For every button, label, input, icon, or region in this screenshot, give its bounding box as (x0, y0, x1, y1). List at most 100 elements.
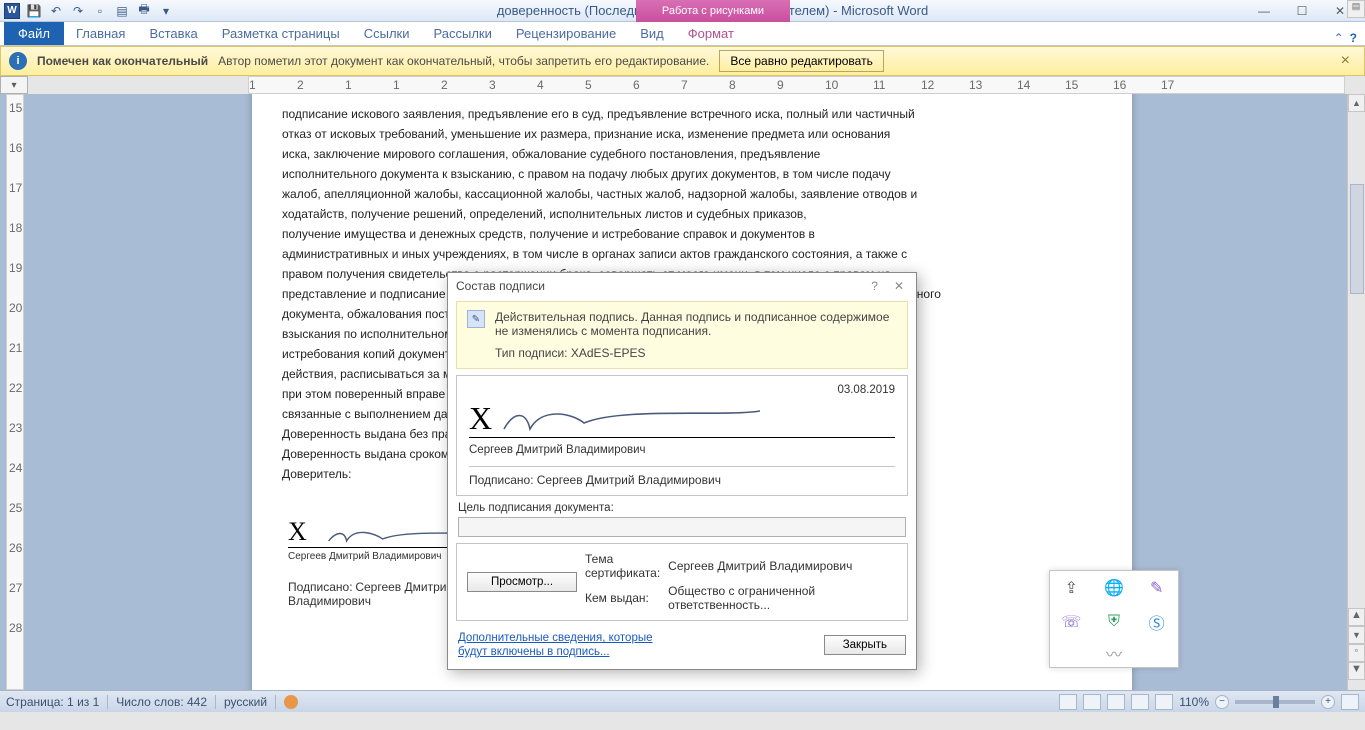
help-icon[interactable]: ? (1350, 31, 1357, 45)
undo-icon[interactable]: ↶ (48, 3, 64, 19)
dialog-signature-scribble (502, 403, 762, 437)
ribbon-collapse-icon[interactable]: ⌃ (1334, 31, 1344, 45)
file-tab[interactable]: Файл (4, 22, 64, 45)
cert-topic-value: Сергеев Дмитрий Владимирович (668, 559, 897, 573)
info-close-button[interactable]: × (1335, 52, 1356, 70)
ruler-row: ▾ 1211234567891011121314151617 ▤ (0, 76, 1365, 94)
signature-x-mark: X (288, 517, 307, 547)
view-print-layout[interactable] (1059, 694, 1077, 710)
qat-dropdown-icon[interactable]: ▾ (158, 3, 174, 19)
scroll-up-button[interactable]: ▲ (1348, 94, 1365, 112)
edit-anyway-button[interactable]: Все равно редактировать (719, 50, 883, 72)
horizontal-ruler[interactable]: 1211234567891011121314151617 (248, 76, 1345, 94)
status-bar: Страница: 1 из 1 Число слов: 442 русский… (0, 690, 1365, 712)
doc-line: исполнительного документа к взысканию, с… (282, 164, 1102, 184)
status-right: 110% − + (1059, 694, 1359, 710)
doc-line: подписание искового заявления, предъявле… (282, 104, 1102, 124)
scroll-thumb[interactable] (1350, 184, 1364, 294)
usb-icon[interactable]: ⇪ (1061, 578, 1081, 598)
save-icon[interactable]: 💾 (26, 3, 42, 19)
dialog-bottom-row: Дополнительные сведения, которые будут в… (448, 625, 916, 669)
info-icon: i (9, 52, 27, 70)
zoom-slider-thumb[interactable] (1273, 696, 1279, 708)
tab-view[interactable]: Вид (628, 22, 676, 45)
tab-insert[interactable]: Вставка (137, 22, 209, 45)
info-title: Помечен как окончательный (37, 54, 208, 68)
quick-access-toolbar: 💾 ↶ ↷ ▫ ▤ 🖶 ▾ (26, 3, 174, 19)
cert-topic-label: Тема сертификата: (585, 552, 660, 580)
status-language[interactable]: русский (224, 695, 267, 709)
zoom-level[interactable]: 110% (1179, 695, 1209, 709)
dialog-help-button[interactable]: ? (867, 279, 882, 293)
zoom-slider[interactable] (1235, 700, 1315, 704)
status-separator (275, 695, 276, 709)
cert-issued-label: Кем выдан: (585, 591, 660, 605)
dialog-title: Состав подписи (456, 279, 545, 293)
ruler-corner[interactable]: ▾ (0, 76, 28, 94)
pen-icon[interactable]: ✎ (1147, 578, 1167, 598)
dialog-signer-name: Сергеев Дмитрий Владимирович (469, 444, 895, 456)
dialog-title-bar[interactable]: Состав подписи ? ✕ (448, 273, 916, 299)
dialog-close-x[interactable]: ✕ (890, 279, 908, 293)
vertical-scrollbar[interactable]: ▲ ▼ ◦ ▼ ▲ (1347, 94, 1365, 690)
open-icon[interactable]: ▤ (114, 3, 130, 19)
info-text: Автор пометил этот документ как окончате… (218, 54, 709, 68)
prev-page-button[interactable]: ▲ (1348, 608, 1365, 626)
dialog-signed-by: Подписано: Сергеев Дмитрий Владимирович (469, 466, 895, 487)
status-author-icon[interactable] (284, 695, 298, 709)
dialog-info-panel: ✎ Действительная подпись. Данная подпись… (456, 301, 908, 369)
minimize-button[interactable]: — (1251, 4, 1277, 18)
ruler-toggle-button[interactable]: ▤ (1347, 0, 1365, 18)
tab-format[interactable]: Формат (676, 22, 746, 45)
dialog-close-button[interactable]: Закрыть (824, 635, 906, 655)
skype-icon[interactable]: Ⓢ (1147, 612, 1167, 632)
view-outline[interactable] (1131, 694, 1149, 710)
tab-references[interactable]: Ссылки (352, 22, 422, 45)
system-tray-popup: ⇪ 🌐 ✎ ☏ ⛨ Ⓢ 〰 (1049, 570, 1179, 668)
dialog-more-info-link-2[interactable]: будут включены в подпись... (458, 645, 653, 659)
tab-layout[interactable]: Разметка страницы (210, 22, 352, 45)
fit-page-button[interactable] (1341, 694, 1359, 710)
view-full-screen[interactable] (1083, 694, 1101, 710)
shield-icon[interactable]: ⛨ (1104, 612, 1124, 632)
browse-object-button[interactable]: ◦ (1348, 644, 1365, 662)
doc-line: административных и иных учреждениях, в т… (282, 244, 1102, 264)
word-app-icon: W (4, 3, 20, 19)
doc-line: ходатайств, получение решений, определен… (282, 204, 1102, 224)
doc-line: жалоб, апелляционной жалобы, кассационно… (282, 184, 1102, 204)
tab-home[interactable]: Главная (64, 22, 137, 45)
next-page-button[interactable]: ▼ (1348, 662, 1365, 680)
feather-icon[interactable]: 〰 (1104, 643, 1124, 663)
doc-line: иска, заключение мирового соглашения, об… (282, 144, 1102, 164)
dialog-info-text: Действительная подпись. Данная подпись и… (495, 310, 897, 338)
window-controls: — ☐ ✕ (1251, 4, 1361, 18)
document-workspace: 1516171819202122232425262728 подписание … (0, 94, 1365, 690)
status-separator (215, 695, 216, 709)
scroll-down-button[interactable]: ▼ (1348, 626, 1365, 644)
globe-icon[interactable]: 🌐 (1104, 578, 1124, 598)
marked-final-bar: i Помечен как окончательный Автор помети… (0, 46, 1365, 76)
dialog-signature-x: X (469, 400, 492, 437)
certificate-icon: ✎ (467, 310, 485, 328)
zoom-out-button[interactable]: − (1215, 695, 1229, 709)
tab-mailings[interactable]: Рассылки (422, 22, 504, 45)
status-page[interactable]: Страница: 1 из 1 (6, 695, 99, 709)
view-web-layout[interactable] (1107, 694, 1125, 710)
view-certificate-button[interactable]: Просмотр... (467, 572, 577, 592)
signature-details-dialog: Состав подписи ? ✕ ✎ Действительная подп… (447, 272, 917, 670)
tab-review[interactable]: Рецензирование (504, 22, 628, 45)
dialog-signature-panel: 03.08.2019 X Сергеев Дмитрий Владимирови… (456, 375, 908, 496)
vertical-ruler[interactable]: 1516171819202122232425262728 (6, 94, 24, 690)
new-icon[interactable]: ▫ (92, 3, 108, 19)
status-word-count[interactable]: Число слов: 442 (116, 695, 207, 709)
contextual-tab-label: Работа с рисунками (636, 0, 790, 22)
dialog-purpose-input[interactable] (458, 517, 906, 537)
dialog-sig-type: Тип подписи: XAdES-EPES (495, 346, 897, 360)
view-draft[interactable] (1155, 694, 1173, 710)
redo-icon[interactable]: ↷ (70, 3, 86, 19)
maximize-button[interactable]: ☐ (1289, 4, 1315, 18)
viber-icon[interactable]: ☏ (1061, 612, 1081, 632)
zoom-in-button[interactable]: + (1321, 695, 1335, 709)
dialog-more-info-link[interactable]: Дополнительные сведения, которые (458, 631, 653, 645)
print-icon[interactable]: 🖶 (136, 3, 152, 19)
